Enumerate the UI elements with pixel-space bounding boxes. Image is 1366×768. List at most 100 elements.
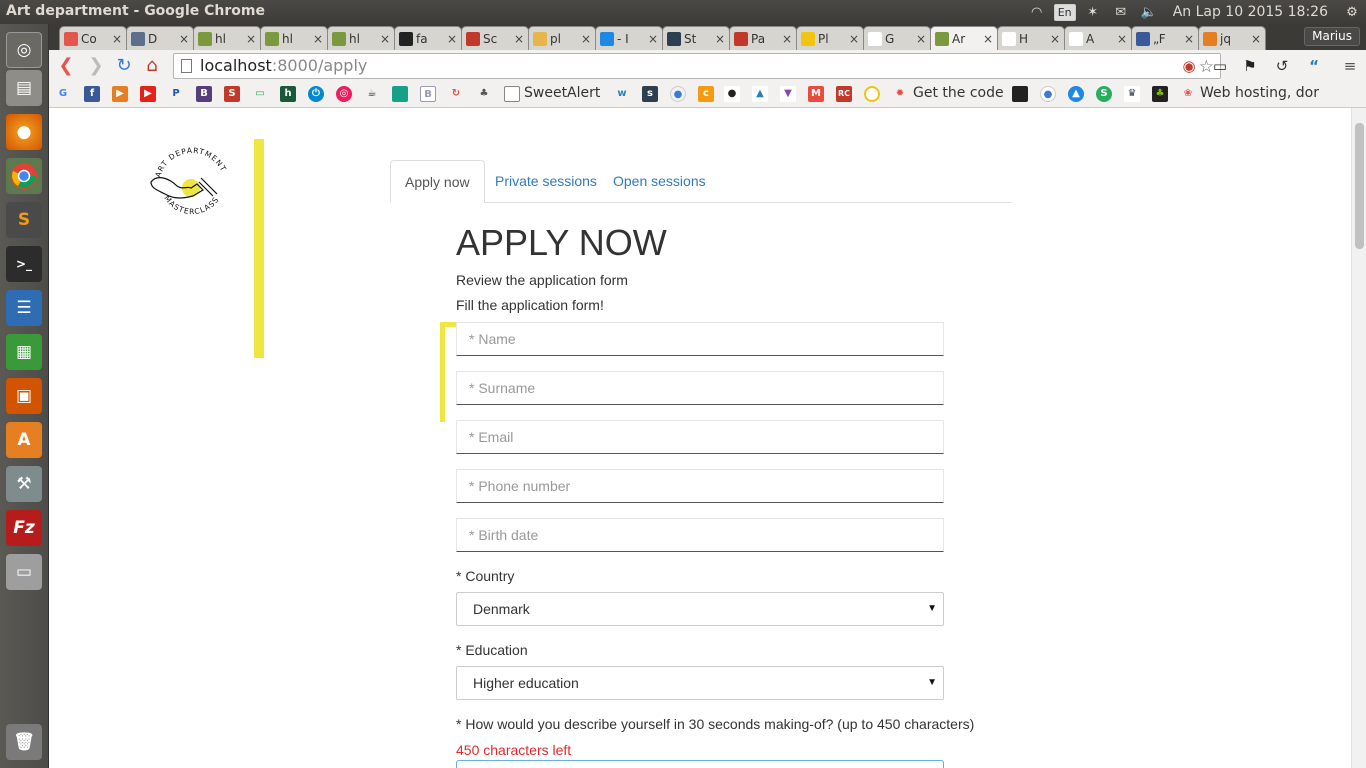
tab-close-icon[interactable]: × <box>1117 32 1127 46</box>
browser-tab[interactable]: pl × <box>528 26 596 50</box>
tab-apply-now[interactable]: Apply now <box>390 160 485 203</box>
bookmark-dark-icon[interactable] <box>1012 86 1028 102</box>
country-select[interactable]: Denmark ▼ <box>456 592 944 626</box>
back-button[interactable]: ❮ <box>55 55 77 77</box>
software-center-icon[interactable]: A <box>6 422 42 458</box>
impress-icon[interactable]: ▣ <box>6 378 42 414</box>
browser-tab[interactable]: St × <box>662 26 730 50</box>
bookmark-circle2-icon[interactable]: ● <box>1040 86 1056 102</box>
tab-close-icon[interactable]: × <box>313 32 323 46</box>
art-department-logo[interactable]: ART DEPARTMENT MASTERCLASS <box>147 138 237 228</box>
tab-close-icon[interactable]: × <box>916 32 926 46</box>
browser-tab[interactable]: A × <box>1064 26 1132 50</box>
dash-home-icon[interactable]: ◎ <box>6 32 42 68</box>
phone-field[interactable]: * Phone number <box>456 469 944 503</box>
tab-close-icon[interactable]: × <box>1050 32 1060 46</box>
tab-close-icon[interactable]: × <box>246 32 256 46</box>
mail-icon[interactable]: ✉ <box>1107 5 1135 20</box>
bookmark-circle-icon[interactable]: ● <box>670 86 686 102</box>
bookmark-h-icon[interactable]: h <box>280 86 296 102</box>
bookmark-m-icon[interactable]: M <box>808 86 824 102</box>
bookmark-square-icon[interactable] <box>392 86 408 102</box>
bookmark-get-the-code[interactable]: Get the code <box>913 85 1004 101</box>
browser-tab[interactable]: jq × <box>1198 26 1266 50</box>
describe-textarea[interactable] <box>456 760 944 768</box>
bookmark-ring-icon[interactable] <box>864 86 880 102</box>
tab-close-icon[interactable]: × <box>581 32 591 46</box>
bookmark-google-icon[interactable]: G <box>55 86 71 102</box>
browser-tab[interactable]: fa × <box>394 26 462 50</box>
forward-button[interactable]: ❯ <box>85 55 107 77</box>
bookmark-crown-icon[interactable]: ♛ <box>1124 86 1140 102</box>
browser-tab[interactable]: Ar × <box>930 26 998 50</box>
bookmark-s2-icon[interactable]: S <box>1096 86 1112 102</box>
browser-tab[interactable]: Co × <box>59 26 127 50</box>
profile-button[interactable]: Marius <box>1304 27 1360 46</box>
tab-close-icon[interactable]: × <box>782 32 792 46</box>
page-scrollbar[interactable] <box>1351 108 1366 768</box>
bookmark-play-icon[interactable]: ▶ <box>112 86 128 102</box>
bookmark-drop2-icon[interactable]: ▲ <box>1068 86 1084 102</box>
settings-gear-icon[interactable]: ⚙ <box>1338 5 1366 20</box>
bookmark-facebook-icon[interactable]: f <box>84 86 100 102</box>
chrome-menu-icon[interactable]: ≡ <box>1339 55 1361 77</box>
browser-tab[interactable]: Pl × <box>796 26 864 50</box>
writer-icon[interactable]: ☰ <box>6 290 42 326</box>
tab-private-sessions[interactable]: Private sessions <box>481 160 611 203</box>
birth-date-field[interactable]: * Birth date <box>456 518 944 552</box>
bookmark-b-icon[interactable]: B <box>420 86 436 102</box>
browser-tab[interactable]: hl × <box>327 26 395 50</box>
bookmark-power-icon[interactable]: ⏻ <box>308 86 324 102</box>
bookmark-refresh-icon[interactable]: ↻ <box>448 86 464 102</box>
name-field[interactable]: * Name <box>456 322 944 356</box>
bookmark-drop-icon[interactable]: ▲ <box>752 86 768 102</box>
browser-tab[interactable]: H × <box>997 26 1065 50</box>
tab-open-sessions[interactable]: Open sessions <box>599 160 720 203</box>
bookmark-web-hosting-icon[interactable]: ❀ <box>1180 86 1196 102</box>
bookmark-page-icon[interactable] <box>504 86 520 102</box>
reload-button[interactable]: ↻ <box>113 55 135 77</box>
bookmark-github-icon[interactable]: ● <box>724 86 740 102</box>
terminal-icon[interactable]: >_ <box>6 246 42 282</box>
bookmark-cup-icon[interactable]: ☕ <box>364 86 380 102</box>
home-button[interactable]: ⌂ <box>141 55 163 77</box>
bookmark-get-code-icon[interactable]: ✹ <box>892 86 908 102</box>
browser-tab[interactable]: Pa × <box>729 26 797 50</box>
bookmark-web-hosting[interactable]: Web hosting, dor <box>1200 85 1319 101</box>
bookmark-sweetalert[interactable]: SweetAlert <box>524 85 600 101</box>
adblock-icon[interactable]: ◉ <box>1178 55 1200 77</box>
clock[interactable]: An Lap 10 2015 18:26 <box>1163 4 1338 20</box>
sync-icon[interactable]: ↺ <box>1271 55 1293 77</box>
browser-tab[interactable]: „F × <box>1131 26 1199 50</box>
firefox-icon[interactable]: ● <box>6 114 42 150</box>
tab-close-icon[interactable]: × <box>1251 32 1261 46</box>
sublime-text-icon[interactable]: S <box>6 202 42 238</box>
quote-extension-icon[interactable]: “ <box>1303 55 1325 77</box>
tab-close-icon[interactable]: × <box>179 32 189 46</box>
education-select[interactable]: Higher education ▼ <box>456 666 944 700</box>
bookmark-paypal-icon[interactable]: P <box>168 86 184 102</box>
bookmark-dribbble-icon[interactable]: ◎ <box>336 86 352 102</box>
bookmark-stack-icon[interactable]: s <box>642 86 658 102</box>
bookmark-w-icon[interactable]: w <box>614 86 630 102</box>
calc-icon[interactable]: ▦ <box>6 334 42 370</box>
wifi-icon[interactable]: ◠ <box>1023 5 1051 20</box>
browser-tab[interactable]: - I × <box>595 26 663 50</box>
bookmark-v-icon[interactable]: ▼ <box>780 86 796 102</box>
browser-tab[interactable]: hl × <box>193 26 261 50</box>
files-icon[interactable]: ▤ <box>6 70 42 106</box>
tab-close-icon[interactable]: × <box>514 32 524 46</box>
browser-tab[interactable]: hl × <box>260 26 328 50</box>
browser-tab[interactable]: D × <box>126 26 194 50</box>
email-field[interactable]: * Email <box>456 420 944 454</box>
bookmark-chat-icon[interactable]: ▭ <box>252 86 268 102</box>
bookmark-youtube-icon[interactable]: ▶ <box>140 86 156 102</box>
tab-close-icon[interactable]: × <box>112 32 122 46</box>
review-link[interactable]: Review the application form <box>456 272 628 288</box>
bookmark-c-icon[interactable]: c <box>698 86 714 102</box>
browser-tab[interactable]: G × <box>863 26 931 50</box>
volume-icon[interactable]: 🔈 <box>1135 5 1163 20</box>
bookmark-rc-icon[interactable]: RC <box>836 86 852 102</box>
tab-close-icon[interactable]: × <box>380 32 390 46</box>
drive-icon[interactable]: ▭ <box>6 554 42 590</box>
